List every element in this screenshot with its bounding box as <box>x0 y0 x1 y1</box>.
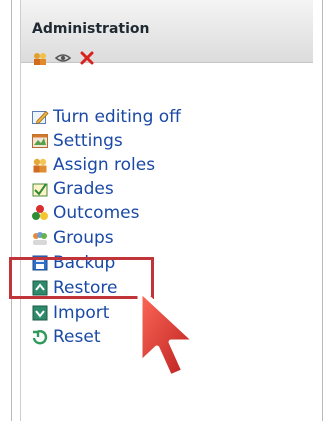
menu-item-label: Assign roles <box>53 155 156 175</box>
reset-icon <box>32 330 48 345</box>
block-header: Administration <box>21 0 313 66</box>
groups-icon <box>33 232 47 245</box>
menu-item-label: Grades <box>53 179 114 199</box>
menu-item-label: Turn editing off <box>53 107 181 127</box>
menu-item-assign-roles[interactable]: Assign roles <box>31 153 291 177</box>
eye-icon[interactable] <box>55 50 71 66</box>
menu-item-label: Settings <box>53 131 123 151</box>
settings-icon <box>32 134 48 148</box>
edit-icon <box>32 110 49 125</box>
grades-icon <box>32 183 48 197</box>
import-icon <box>32 305 48 321</box>
block-title: Administration <box>32 21 150 37</box>
menu-item-label: Outcomes <box>53 203 140 223</box>
outcomes-icon <box>32 205 48 220</box>
assign-roles-icon[interactable] <box>32 50 48 66</box>
menu-item-grades[interactable]: Grades <box>31 177 291 201</box>
menu-item-outcomes[interactable]: Outcomes <box>31 201 291 225</box>
menu-item-label: Import <box>53 303 110 323</box>
menu-item-turn-editing-off[interactable]: Turn editing off <box>31 105 291 129</box>
mouse-cursor-icon <box>137 287 199 380</box>
menu-item-label: Reset <box>53 327 101 347</box>
menu-item-settings[interactable]: Settings <box>31 129 291 153</box>
assign-roles-icon <box>33 158 47 173</box>
menu-item-groups[interactable]: Groups <box>31 226 291 250</box>
delete-icon[interactable] <box>79 50 95 66</box>
menu-item-label: Groups <box>53 228 114 248</box>
